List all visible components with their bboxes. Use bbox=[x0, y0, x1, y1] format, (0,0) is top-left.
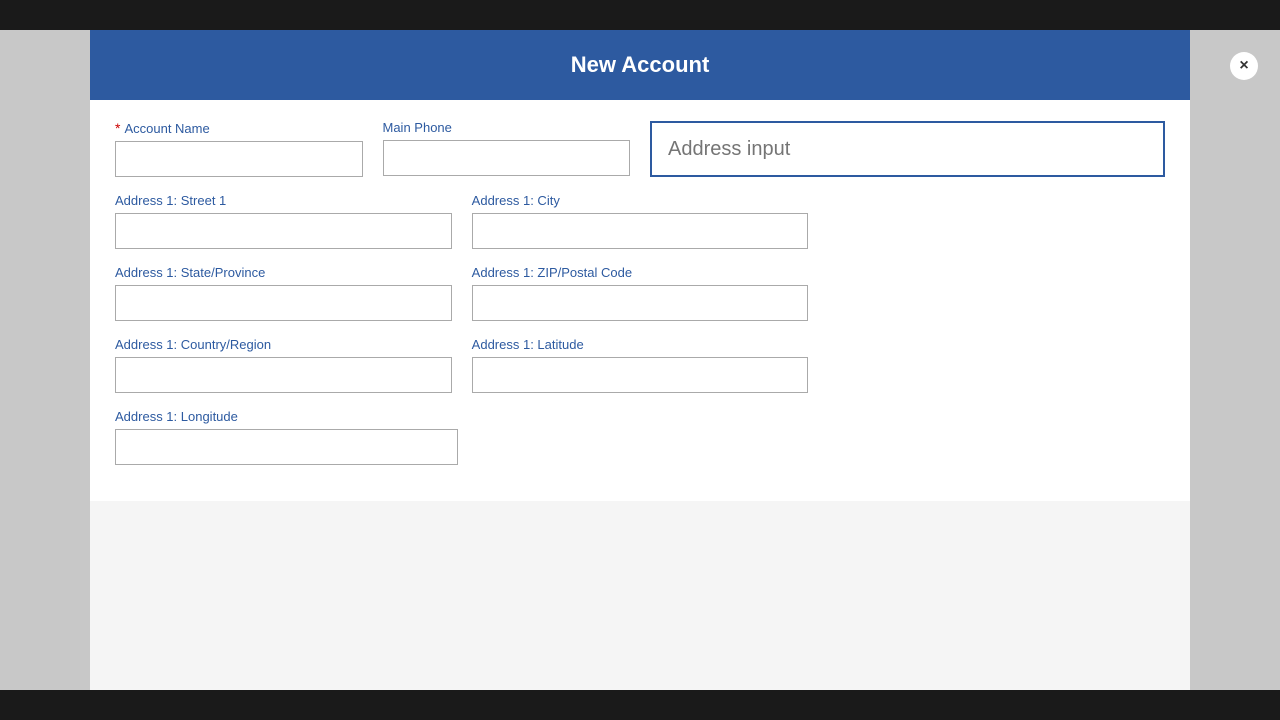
address-input[interactable] bbox=[650, 121, 1165, 177]
latitude-label: Address 1: Latitude bbox=[472, 337, 809, 352]
street1-label: Address 1: Street 1 bbox=[115, 193, 452, 208]
latitude-input[interactable] bbox=[472, 357, 809, 393]
main-phone-label: Main Phone bbox=[383, 120, 631, 135]
close-button[interactable]: × bbox=[1230, 52, 1258, 80]
longitude-group: Address 1: Longitude bbox=[115, 409, 458, 465]
city-input[interactable] bbox=[472, 213, 809, 249]
modal-title: New Account bbox=[571, 52, 710, 77]
zip-group: Address 1: ZIP/Postal Code bbox=[472, 265, 809, 321]
state-group: Address 1: State/Province bbox=[115, 265, 452, 321]
form-row-2: Address 1: Street 1 Address 1: City bbox=[115, 193, 1165, 249]
country-input[interactable] bbox=[115, 357, 452, 393]
required-star: * bbox=[115, 120, 120, 136]
latitude-group: Address 1: Latitude bbox=[472, 337, 809, 393]
street1-group: Address 1: Street 1 bbox=[115, 193, 452, 249]
form-row-3: Address 1: State/Province Address 1: ZIP… bbox=[115, 265, 1165, 321]
longitude-label: Address 1: Longitude bbox=[115, 409, 458, 424]
account-name-input[interactable] bbox=[115, 141, 363, 177]
bottom-bar bbox=[0, 690, 1280, 720]
state-label: Address 1: State/Province bbox=[115, 265, 452, 280]
top-bar bbox=[0, 0, 1280, 30]
country-label: Address 1: Country/Region bbox=[115, 337, 452, 352]
zip-input[interactable] bbox=[472, 285, 809, 321]
form-row-5: Address 1: Longitude bbox=[115, 409, 1165, 465]
longitude-input[interactable] bbox=[115, 429, 458, 465]
city-group: Address 1: City bbox=[472, 193, 809, 249]
state-input[interactable] bbox=[115, 285, 452, 321]
modal-container: New Account *Account Name Main Phone bbox=[90, 30, 1190, 690]
form-row-4: Address 1: Country/Region Address 1: Lat… bbox=[115, 337, 1165, 393]
modal-body: *Account Name Main Phone Address 1: Stre… bbox=[90, 100, 1190, 501]
address-input-group bbox=[650, 121, 1165, 177]
main-phone-group: Main Phone bbox=[383, 120, 631, 177]
zip-label: Address 1: ZIP/Postal Code bbox=[472, 265, 809, 280]
street1-input[interactable] bbox=[115, 213, 452, 249]
country-group: Address 1: Country/Region bbox=[115, 337, 452, 393]
modal-header: New Account bbox=[90, 30, 1190, 100]
account-name-group: *Account Name bbox=[115, 120, 363, 177]
city-label: Address 1: City bbox=[472, 193, 809, 208]
form-row-1: *Account Name Main Phone bbox=[115, 120, 1165, 177]
main-phone-input[interactable] bbox=[383, 140, 631, 176]
account-name-label: *Account Name bbox=[115, 120, 363, 136]
left-fields: *Account Name Main Phone bbox=[115, 120, 630, 177]
